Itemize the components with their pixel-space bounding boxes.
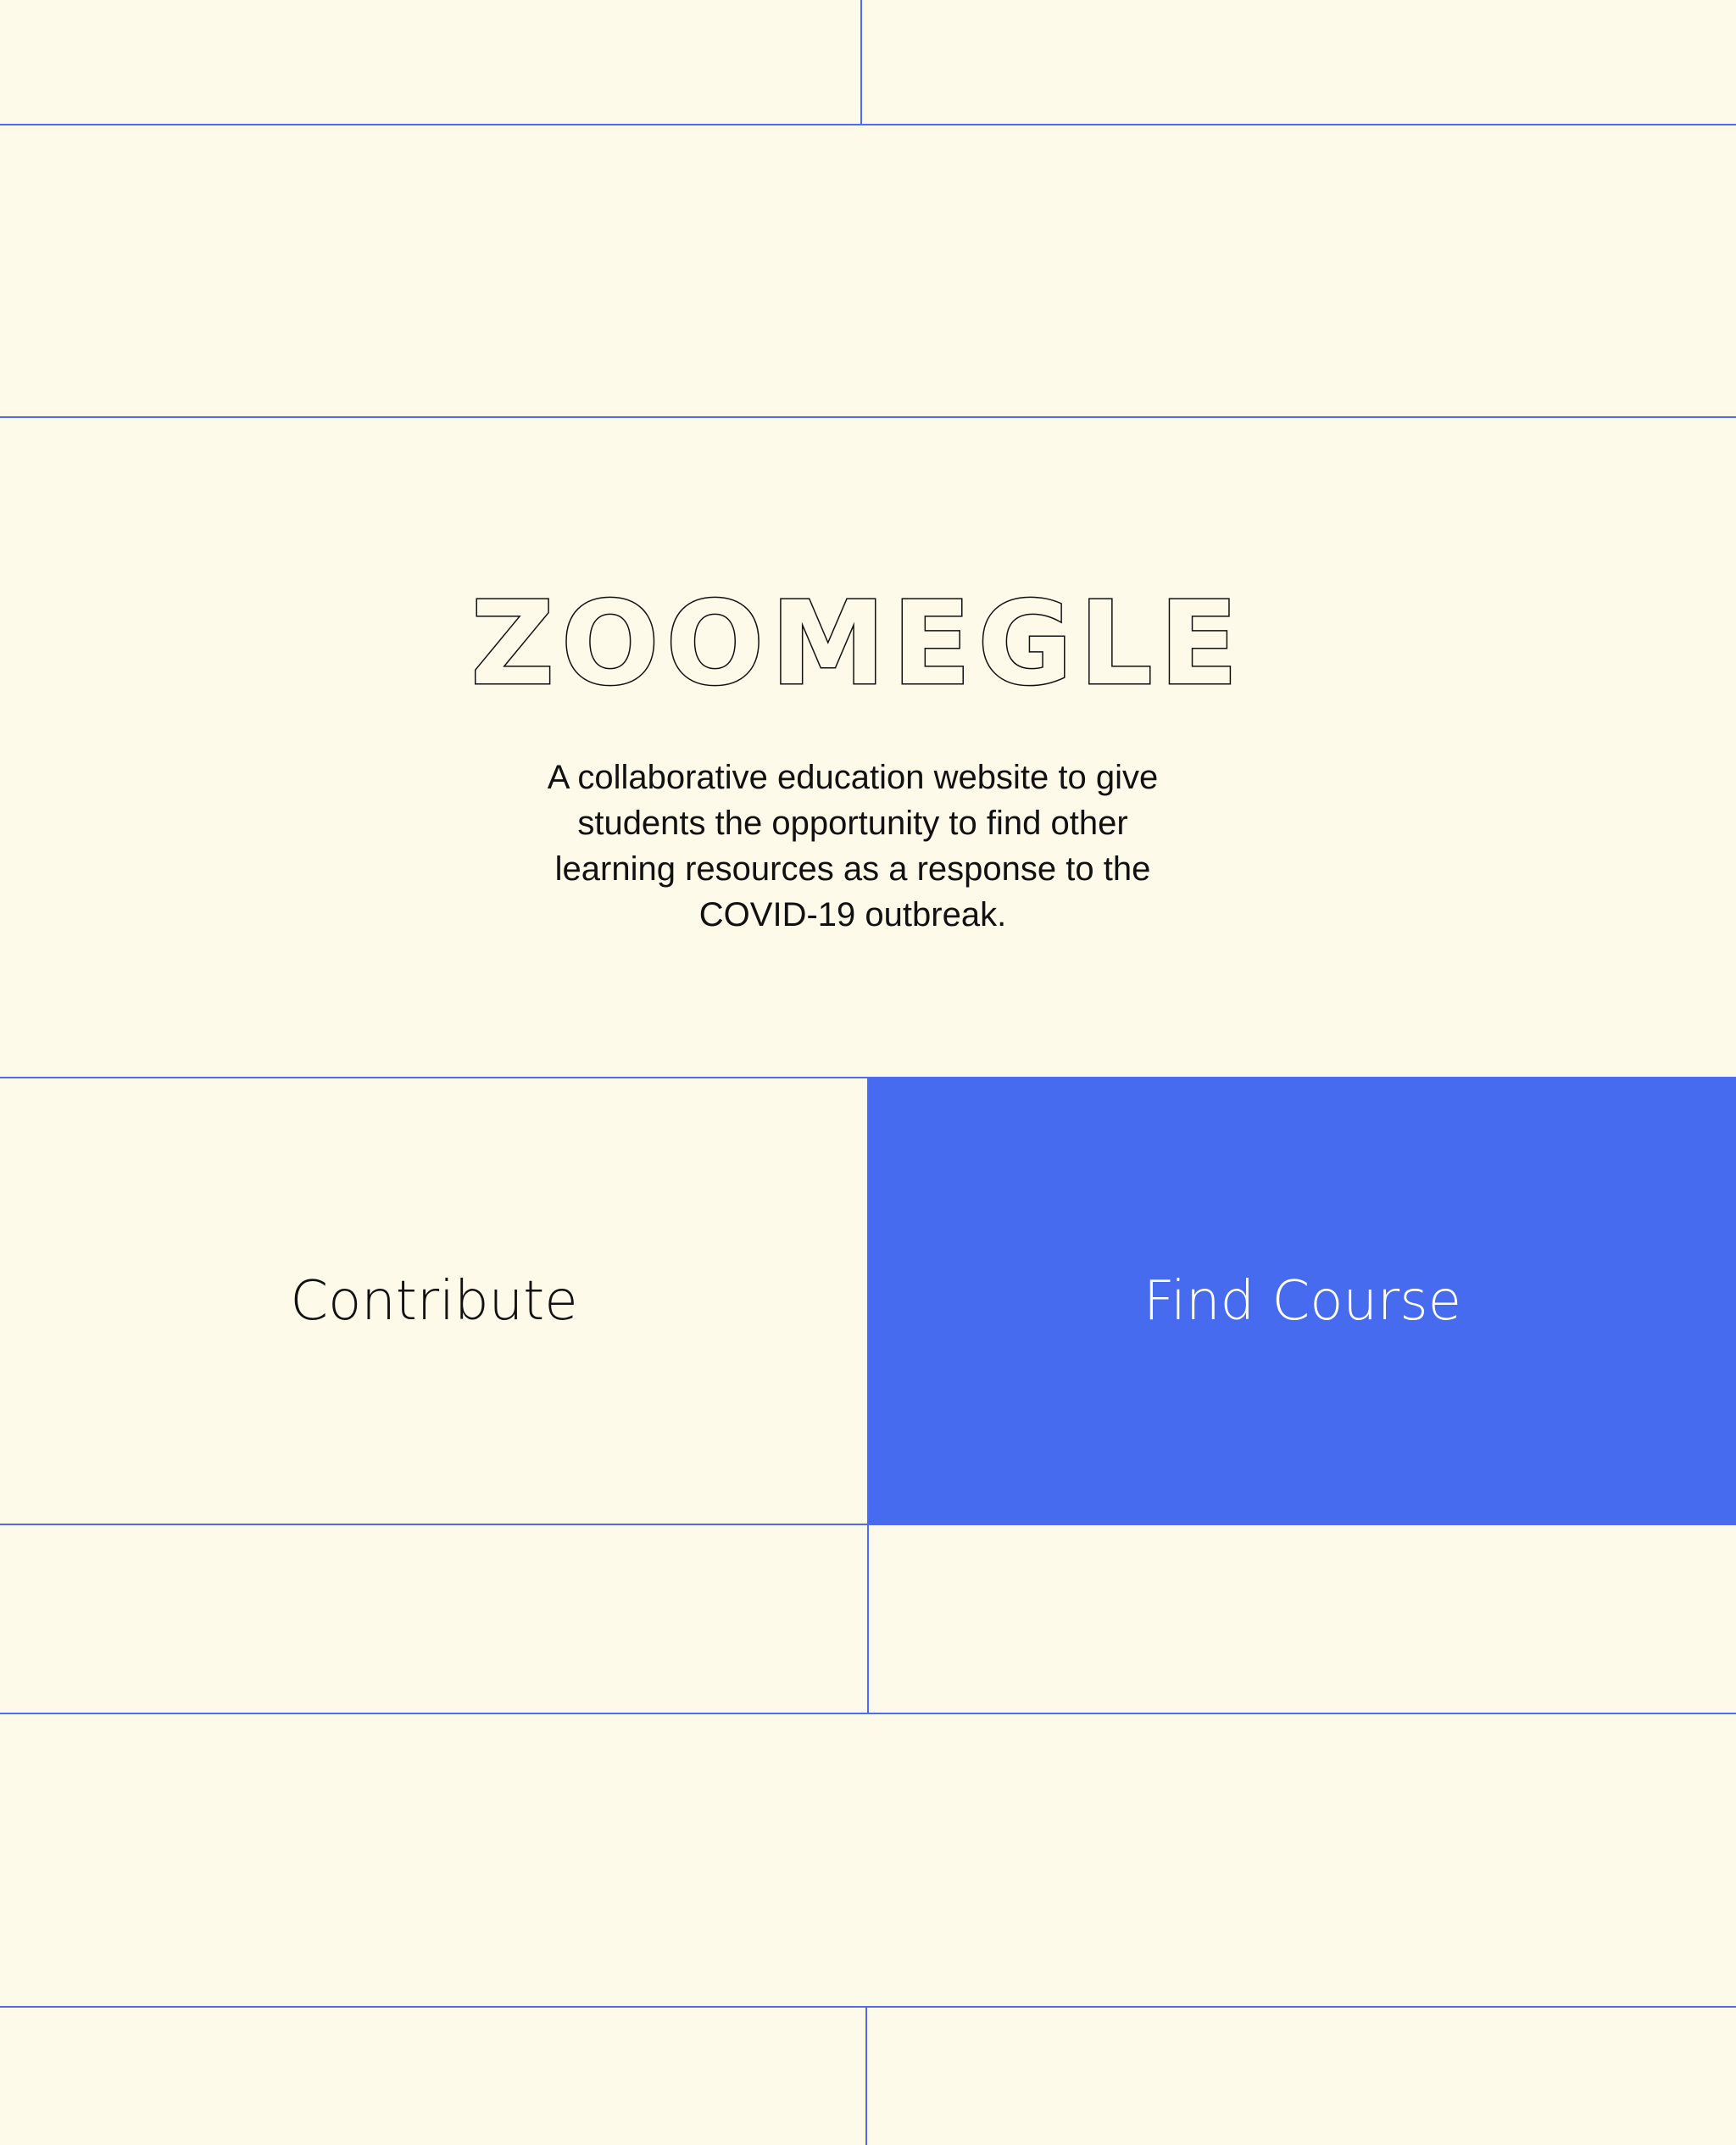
site-tagline: A collaborative education website to giv… <box>547 759 1159 933</box>
contribute-button[interactable]: Contribute <box>0 1078 868 1524</box>
site-logo: ZOOMEGLE <box>470 577 1245 713</box>
find-course-label: Find Course <box>1143 1270 1461 1333</box>
contribute-label: Contribute <box>290 1270 578 1333</box>
grid-line-top <box>0 124 1736 125</box>
grid-divider-bottom <box>865 2006 867 2145</box>
grid-line-bottom <box>0 2006 1736 2008</box>
grid-divider-top <box>860 0 862 125</box>
grid-line-lower <box>0 1713 1736 1714</box>
find-course-button[interactable]: Find Course <box>869 1078 1736 1524</box>
grid-line-upper <box>0 416 1736 418</box>
